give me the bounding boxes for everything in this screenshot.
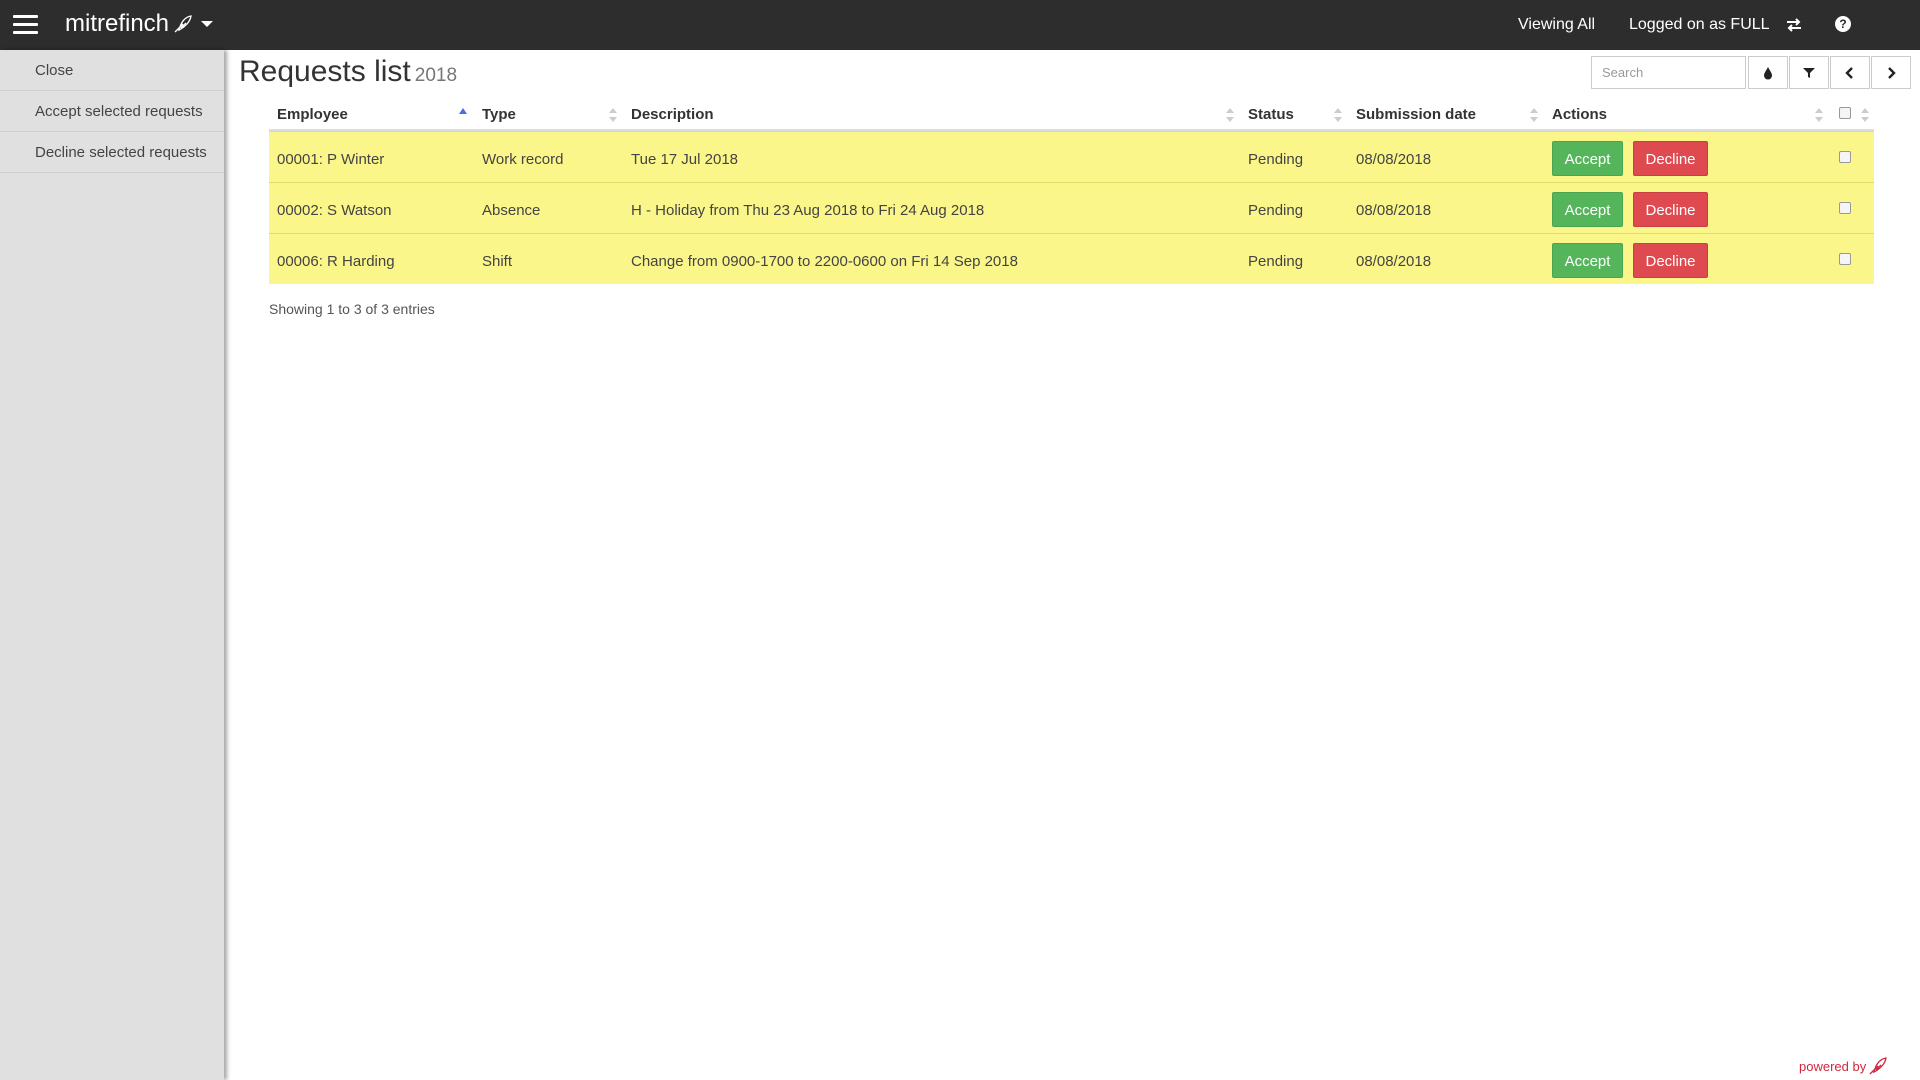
powered-by: powered by [1799, 1056, 1888, 1076]
sidebar-item-decline-selected[interactable]: Decline selected requests [0, 132, 224, 173]
submission-date-cell: 08/08/2018 [1356, 151, 1432, 168]
viewing-scope[interactable]: Viewing All [1518, 0, 1595, 50]
previous-button[interactable] [1830, 56, 1870, 89]
sort-ascending-icon[interactable] [459, 108, 467, 122]
chevron-right-icon [1888, 66, 1896, 79]
brand-menu[interactable]: mitrefinch [65, 10, 214, 38]
requests-table: Employee Type Description Status Submiss… [269, 100, 1874, 284]
employee-cell: 00002: S Watson [277, 202, 392, 219]
filter-button[interactable] [1789, 56, 1829, 89]
column-header-description[interactable]: Description [631, 106, 714, 123]
select-all-checkbox[interactable] [1839, 107, 1851, 119]
sort-icon[interactable] [609, 108, 617, 122]
accept-button[interactable]: Accept [1552, 243, 1623, 278]
logged-on-user[interactable]: Logged on as FULL [1629, 0, 1770, 50]
type-cell: Shift [482, 253, 513, 270]
sort-icon[interactable] [1334, 108, 1342, 122]
swap-arrows-icon[interactable] [1784, 15, 1804, 35]
accept-button[interactable]: Accept [1552, 192, 1623, 227]
column-header-actions: Actions [1552, 106, 1608, 123]
status-cell: Pending [1248, 202, 1304, 219]
decline-button[interactable]: Decline [1633, 141, 1708, 176]
table-row[interactable]: 00002: S Watson Absence H - Holiday from… [269, 182, 1874, 233]
color-drop-button[interactable] [1748, 56, 1788, 89]
sort-icon[interactable] [1530, 108, 1538, 122]
caret-down-icon [201, 21, 214, 27]
page-title-year: 2018 [414, 65, 458, 86]
type-cell: Work record [482, 151, 564, 168]
row-select-checkbox[interactable] [1839, 151, 1851, 163]
quill-pen-icon [174, 15, 192, 33]
page-title-text: Requests list [239, 55, 411, 88]
sidebar-item-close[interactable]: Close [0, 50, 224, 91]
drop-icon [1764, 66, 1772, 79]
powered-by-text: powered by [1799, 1058, 1867, 1074]
sort-icon[interactable] [1861, 108, 1869, 122]
quill-pen-logo-icon [1869, 1057, 1888, 1075]
employee-cell: 00001: P Winter [277, 151, 385, 168]
column-header-status[interactable]: Status [1248, 106, 1294, 123]
submission-date-cell: 08/08/2018 [1356, 202, 1432, 219]
status-cell: Pending [1248, 151, 1304, 168]
page-title: Requests list 2018 [239, 55, 457, 89]
employee-cell: 00006: R Harding [277, 253, 395, 270]
entries-count: Showing 1 to 3 of 3 entries [269, 301, 435, 317]
submission-date-cell: 08/08/2018 [1356, 253, 1432, 270]
column-header-employee[interactable]: Employee [277, 106, 348, 123]
row-select-checkbox[interactable] [1839, 202, 1851, 214]
decline-button[interactable]: Decline [1633, 243, 1708, 278]
table-row[interactable]: 00001: P Winter Work record Tue 17 Jul 2… [269, 131, 1874, 182]
sidebar: Close Accept selected requests Decline s… [0, 50, 224, 1080]
brand-name: mitrefinch [65, 10, 170, 37]
sort-icon[interactable] [1815, 108, 1823, 122]
table-row[interactable]: 00006: R Harding Shift Change from 0900-… [269, 233, 1874, 284]
table-header: Employee Type Description Status Submiss… [269, 100, 1874, 131]
top-bar: mitrefinch Viewing All Logged on as FULL… [0, 0, 1920, 50]
hamburger-menu-icon[interactable] [13, 15, 38, 35]
description-cell: H - Holiday from Thu 23 Aug 2018 to Fri … [631, 202, 985, 219]
column-header-submission-date[interactable]: Submission date [1356, 106, 1476, 123]
next-button[interactable] [1871, 56, 1911, 89]
chevron-left-icon [1845, 66, 1853, 79]
description-cell: Change from 0900-1700 to 2200-0600 on Fr… [631, 253, 1018, 270]
description-cell: Tue 17 Jul 2018 [631, 151, 739, 168]
type-cell: Absence [482, 202, 541, 219]
filter-icon [1803, 67, 1815, 78]
status-cell: Pending [1248, 253, 1304, 270]
accept-button[interactable]: Accept [1552, 141, 1623, 176]
sidebar-item-accept-selected[interactable]: Accept selected requests [0, 91, 224, 132]
decline-button[interactable]: Decline [1633, 192, 1708, 227]
row-select-checkbox[interactable] [1839, 253, 1851, 265]
column-header-type[interactable]: Type [482, 106, 516, 123]
sort-icon[interactable] [1226, 108, 1234, 122]
help-icon[interactable]: ? [1835, 16, 1851, 32]
search-input[interactable] [1591, 56, 1746, 89]
